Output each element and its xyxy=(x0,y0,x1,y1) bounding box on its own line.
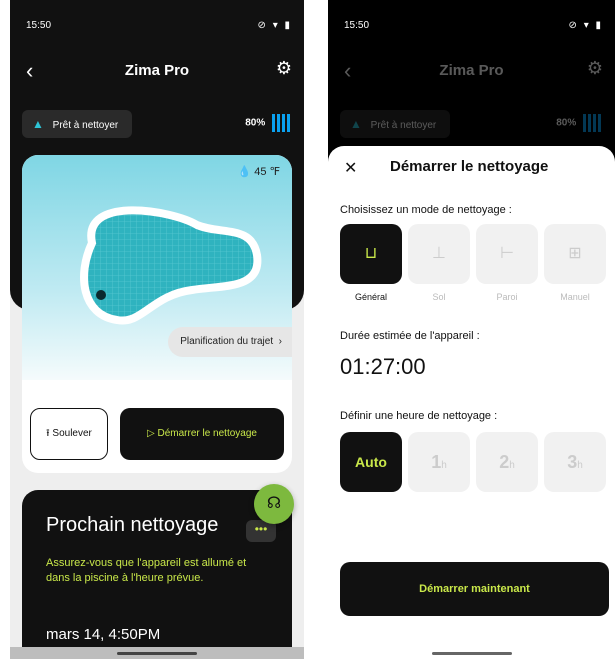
time-unit: h xyxy=(509,460,515,471)
time-option-2h[interactable]: 2h xyxy=(476,432,538,492)
mode-wall[interactable]: ⊢ Paroi xyxy=(476,224,538,302)
pool-map[interactable]: 💧 45 ℉ Planification du trajet › xyxy=(22,155,292,380)
device-status-row: ▲ Prêt à nettoyer 80% xyxy=(340,110,603,140)
support-headset-icon[interactable]: ☊ xyxy=(254,484,294,524)
time-selector: Auto 1h 2h 3h xyxy=(340,432,607,492)
app-title: Zima Pro xyxy=(439,62,504,79)
status-time: 15:50 xyxy=(344,20,370,31)
app-title: Zima Pro xyxy=(124,62,190,79)
start-cleaning-label: Démarrer le nettoyage xyxy=(157,428,257,439)
app-bar: ‹ Zima Pro ⚙ xyxy=(10,52,304,92)
mode-label: Général xyxy=(354,292,388,302)
lift-up-icon: ⭱ xyxy=(46,428,50,439)
device-status-pill: ▲ Prêt à nettoyer xyxy=(340,110,451,138)
start-cleaning-button[interactable]: ▷ Démarrer le nettoyage xyxy=(120,408,284,460)
mode-label: Manuel xyxy=(560,292,590,302)
battery-icon xyxy=(272,114,292,132)
wall-mode-icon: ⊢ xyxy=(476,224,538,284)
status-time: 15:50 xyxy=(26,20,52,31)
mode-manual[interactable]: ⊞ Manuel xyxy=(544,224,606,302)
route-planning-button[interactable]: Planification du trajet › xyxy=(168,327,292,357)
battery-percent: 80% xyxy=(556,117,577,129)
time-option-label: 2 xyxy=(499,452,510,472)
mode-general[interactable]: ⊔ Général xyxy=(340,224,402,302)
robot-position-dot xyxy=(96,290,106,300)
sheet-title: Démarrer le nettoyage xyxy=(390,158,549,175)
system-nav-bar xyxy=(10,647,304,659)
start-cleaning-screen: 15:50 ⊘ ▾ ▮ ‹ Zima Pro ⚙ ▲ Prêt à nettoy… xyxy=(328,0,615,659)
status-icons: ⊘ ▾ ▮ xyxy=(568,20,603,31)
time-option-3h[interactable]: 3h xyxy=(544,432,606,492)
settings-gear-icon: ⚙ xyxy=(586,58,603,78)
pool-illustration xyxy=(80,206,262,325)
chevron-right-icon: › xyxy=(275,336,282,347)
gamepad-icon: ⊞ xyxy=(544,224,606,284)
battery-indicator: 80% xyxy=(556,114,603,132)
time-unit: h xyxy=(577,460,583,471)
device-card: 💧 45 ℉ Planification du trajet › ⭱ Soule… xyxy=(22,155,292,473)
battery-icon xyxy=(583,114,603,132)
device-status-text: Prêt à nettoyer xyxy=(370,120,437,131)
floor-mode-icon: ⊥ xyxy=(408,224,470,284)
mode-label: Sol xyxy=(432,292,446,302)
play-icon: ▷ xyxy=(147,428,155,439)
next-cleaning-card: Prochain nettoyage ••• Assurez-vous que … xyxy=(22,490,292,659)
home-indicator[interactable] xyxy=(117,652,197,655)
mode-prompt: Choisissez un mode de nettoyage : xyxy=(340,204,512,216)
lift-button[interactable]: ⭱ Soulever xyxy=(30,408,108,460)
home-indicator[interactable] xyxy=(431,652,512,655)
close-icon[interactable]: ✕ xyxy=(344,158,357,178)
battery-indicator: 80% xyxy=(245,114,292,132)
app-bar: ‹ Zima Pro ⚙ xyxy=(328,52,615,92)
mode-floor[interactable]: ⊥ Sol xyxy=(408,224,470,302)
start-now-button[interactable]: Démarrer maintenant xyxy=(340,562,609,616)
home-screen: 15:50 ⊘ ▾ ▮ ‹ Zima Pro ⚙ ▲ Prêt à nettoy… xyxy=(10,0,304,659)
system-nav-bar xyxy=(328,645,615,659)
battery-percent: 80% xyxy=(245,117,266,129)
status-icons: ⊘ ▾ ▮ xyxy=(257,20,292,31)
device-status-row: ▲ Prêt à nettoyer 80% xyxy=(22,110,292,140)
duration-label: Durée estimée de l'appareil : xyxy=(340,330,480,342)
pool-shape xyxy=(80,206,262,325)
time-option-auto[interactable]: Auto xyxy=(340,432,402,492)
time-option-1h[interactable]: 1h xyxy=(408,432,470,492)
status-bar: 15:50 ⊘ ▾ ▮ xyxy=(328,0,615,46)
robot-icon: ▲ xyxy=(350,117,362,131)
time-option-label: 3 xyxy=(567,452,578,472)
time-option-label: 1 xyxy=(431,452,442,472)
general-mode-icon: ⊔ xyxy=(340,224,402,284)
duration-value: 01:27:00 xyxy=(340,354,426,379)
robot-icon: ▲ xyxy=(32,117,44,131)
mode-label: Paroi xyxy=(496,292,518,302)
next-cleaning-title: Prochain nettoyage xyxy=(46,514,219,536)
device-status-text: Prêt à nettoyer xyxy=(52,120,119,131)
status-bar: 15:50 ⊘ ▾ ▮ xyxy=(10,0,304,46)
start-cleaning-sheet: ✕ Démarrer le nettoyage Choisissez un mo… xyxy=(328,146,615,659)
device-status-pill: ▲ Prêt à nettoyer xyxy=(22,110,133,138)
mode-selector: ⊔ Général ⊥ Sol ⊢ Paroi ⊞ Manuel xyxy=(340,224,607,304)
next-cleaning-message: Assurez-vous que l'appareil est allumé e… xyxy=(46,557,247,584)
time-unit: h xyxy=(441,460,447,471)
route-planning-label: Planification du trajet xyxy=(180,336,274,347)
time-label: Définir une heure de nettoyage : xyxy=(340,410,498,422)
settings-gear-icon[interactable]: ⚙ xyxy=(276,58,292,79)
lift-label: Soulever xyxy=(52,428,92,439)
next-cleaning-date: mars 14, 4:50PM xyxy=(46,626,161,643)
time-option-label: Auto xyxy=(355,454,387,470)
